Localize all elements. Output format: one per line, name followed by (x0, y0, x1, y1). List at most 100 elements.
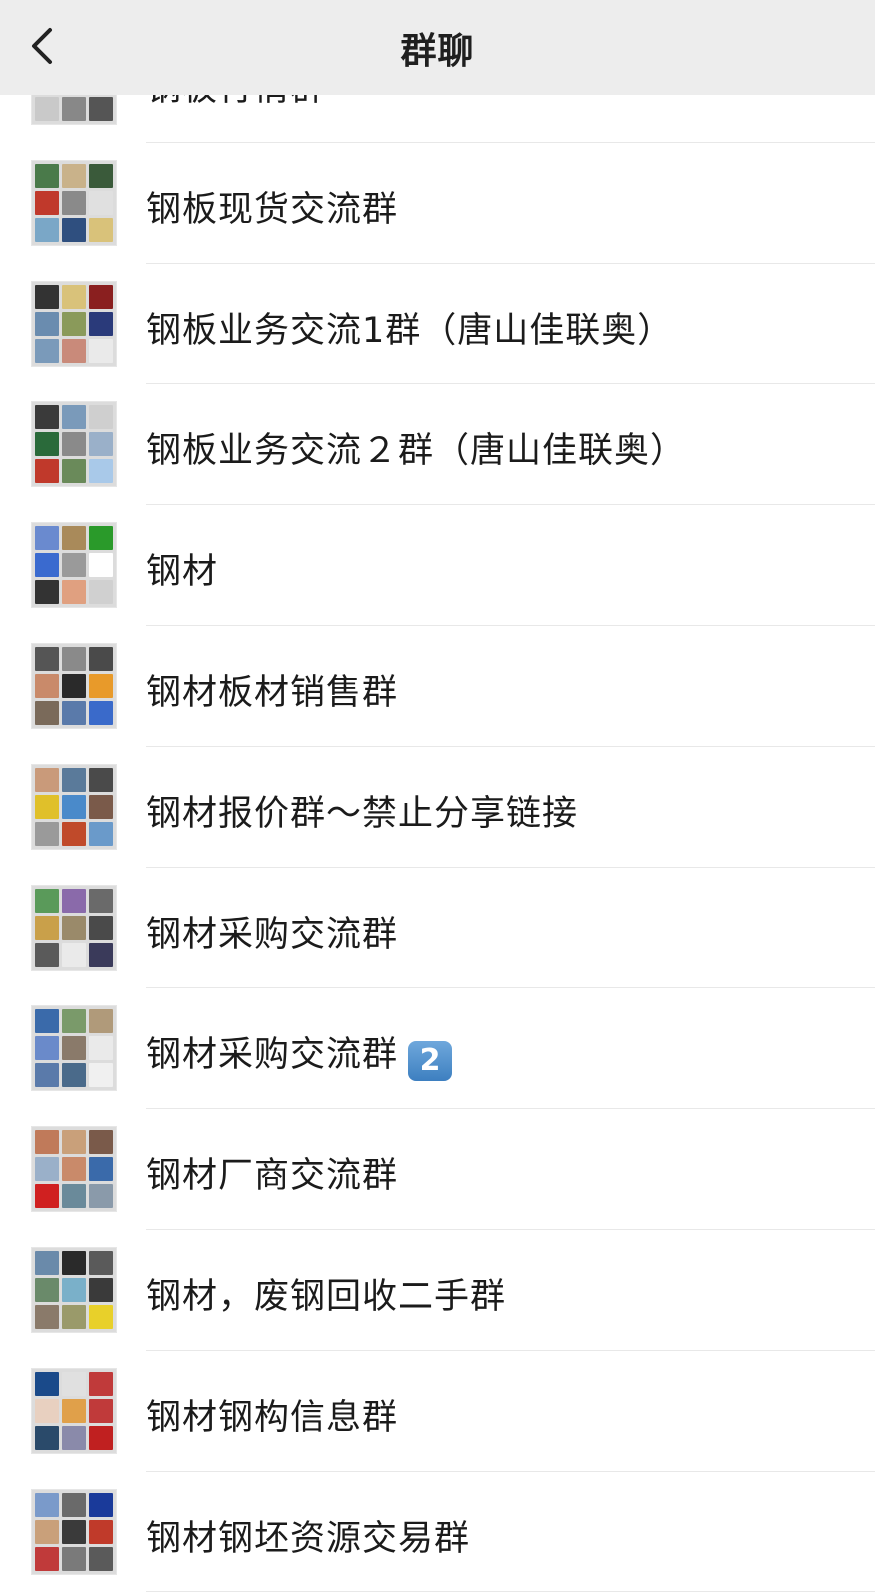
group-name-text: 钢板业务交流２群（唐山佳联奥） (146, 431, 687, 472)
member-avatar-thumb (62, 553, 86, 578)
member-avatar-thumb (62, 97, 86, 121)
member-avatar-thumb (89, 1546, 113, 1571)
member-avatar-thumb (35, 646, 59, 671)
member-avatar-thumb (89, 1519, 113, 1544)
member-avatar-thumb (89, 1009, 113, 1034)
member-avatar-thumb (62, 1492, 86, 1517)
group-name: 钢材报价群～禁止分享链接 (146, 785, 578, 836)
page-title: 群聊 (400, 31, 475, 72)
group-chat-item[interactable]: 钢板业务交流1群（唐山佳联奥） (0, 264, 875, 385)
member-avatar-thumb (35, 163, 59, 188)
member-avatar-thumb (62, 1009, 86, 1034)
member-avatar-thumb (89, 888, 113, 913)
member-avatar-thumb (35, 1009, 59, 1034)
member-avatar-thumb (89, 580, 113, 605)
member-avatar-thumb (35, 794, 59, 819)
member-avatar-thumb (62, 459, 86, 484)
group-chat-item[interactable]: 钢板现货交流群 (0, 143, 875, 264)
group-name: 钢材 (146, 543, 218, 594)
group-name-text: 钢材采购交流群 (146, 1035, 399, 1076)
member-avatar-thumb (35, 432, 59, 457)
member-avatar-thumb (35, 767, 59, 792)
group-name: 钢材，废钢回收二手群 (146, 1268, 506, 1319)
group-chat-item[interactable]: 钢材报价群～禁止分享链接 (0, 747, 875, 868)
member-avatar-thumb (89, 1063, 113, 1088)
member-avatar-thumb (89, 1036, 113, 1061)
member-avatar-thumb (89, 646, 113, 671)
member-avatar-thumb (62, 673, 86, 698)
group-avatar (31, 401, 117, 488)
member-avatar-thumb (62, 405, 86, 430)
group-chat-item[interactable]: 钢材厂商交流群 (0, 1109, 875, 1230)
group-chat-item[interactable]: 钢材钢坯资源交易群 (0, 1472, 875, 1592)
member-avatar-thumb (62, 217, 86, 242)
member-avatar-thumb (35, 190, 59, 215)
member-avatar-thumb (62, 1130, 86, 1155)
member-avatar-thumb (35, 1036, 59, 1061)
member-avatar-thumb (35, 553, 59, 578)
member-avatar-thumb (89, 794, 113, 819)
group-name: 钢板业务交流２群（唐山佳联奥） (146, 422, 686, 473)
member-avatar-thumb (35, 311, 59, 336)
group-chat-item[interactable]: 钢材采购交流群 2 (0, 988, 875, 1110)
group-chat-item[interactable]: 钢材 (0, 505, 875, 626)
group-chat-item[interactable]: 钢材板材销售群 (0, 626, 875, 747)
member-avatar-thumb (62, 1277, 86, 1302)
member-avatar-thumb (89, 311, 113, 336)
group-name: 钢板业务交流1群（唐山佳联奥） (146, 302, 673, 353)
member-avatar-thumb (62, 1371, 86, 1396)
group-avatar (31, 1126, 117, 1213)
member-avatar-thumb (35, 1492, 59, 1517)
member-avatar-thumb (89, 942, 113, 967)
group-chat-item[interactable]: 钢材，废钢回收二手群 (0, 1230, 875, 1351)
member-avatar-thumb (62, 646, 86, 671)
member-avatar-thumb (62, 1157, 86, 1182)
member-avatar-thumb (89, 217, 113, 242)
member-avatar-thumb (62, 311, 86, 336)
member-avatar-thumb (62, 284, 86, 309)
group-name-text: 钢材钢坯资源交易群 (146, 1518, 471, 1559)
member-avatar-thumb (35, 942, 59, 967)
group-avatar (31, 522, 117, 609)
member-avatar-thumb (62, 888, 86, 913)
member-avatar-thumb (35, 1371, 59, 1396)
group-chat-item[interactable]: 钢材采购交流群 (0, 868, 875, 989)
member-avatar-thumb (89, 1304, 113, 1329)
member-avatar-thumb (89, 284, 113, 309)
group-avatar (31, 1246, 117, 1333)
member-avatar-thumb (35, 1063, 59, 1088)
group-name-text: 钢材板材销售群 (146, 672, 399, 713)
group-name-text: 钢材采购交流群 (146, 914, 399, 955)
group-avatar (31, 1367, 117, 1454)
member-avatar-thumb (35, 338, 59, 363)
member-avatar-thumb (89, 190, 113, 215)
member-avatar-thumb (89, 432, 113, 457)
group-name: 钢材钢构信息群 (146, 1389, 398, 1440)
member-avatar-thumb (35, 700, 59, 725)
member-avatar-thumb (62, 580, 86, 605)
member-avatar-thumb (62, 163, 86, 188)
group-avatar (31, 280, 117, 367)
member-avatar-thumb (89, 405, 113, 430)
member-avatar-thumb (35, 1425, 59, 1450)
member-avatar-thumb (35, 217, 59, 242)
member-avatar-thumb (89, 915, 113, 940)
member-avatar-thumb (62, 190, 86, 215)
member-avatar-thumb (62, 432, 86, 457)
member-avatar-thumb (89, 338, 113, 363)
member-avatar-thumb (89, 553, 113, 578)
member-avatar-thumb (62, 1546, 86, 1571)
group-chat-item[interactable]: 钢材钢构信息群 (0, 1351, 875, 1472)
member-avatar-thumb (62, 1063, 86, 1088)
member-avatar-thumb (89, 767, 113, 792)
member-avatar-thumb (35, 673, 59, 698)
member-avatar-thumb (35, 459, 59, 484)
group-avatar (31, 884, 117, 971)
member-avatar-thumb (62, 1398, 86, 1423)
group-chat-item[interactable]: 钢板业务交流２群（唐山佳联奥） (0, 384, 875, 506)
keycap-number-badge: 2 (408, 1041, 453, 1082)
group-name: 钢材采购交流群 2 (146, 1026, 453, 1082)
member-avatar-thumb (62, 1184, 86, 1209)
member-avatar-thumb (89, 700, 113, 725)
group-name-text: 钢材钢构信息群 (146, 1397, 399, 1438)
